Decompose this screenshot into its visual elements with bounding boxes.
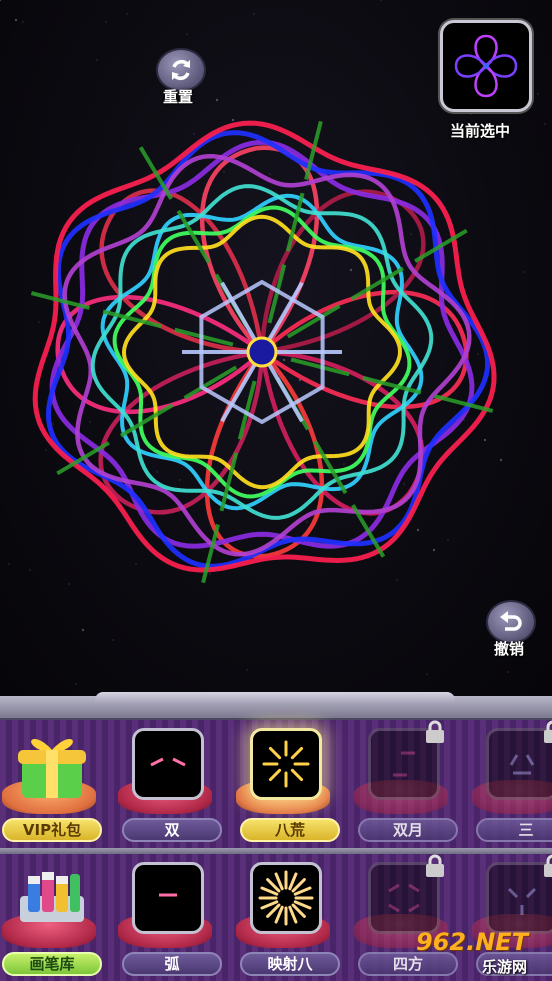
brush-preview	[132, 862, 204, 934]
refresh-icon	[172, 60, 190, 80]
site-watermark: 962.NET 乐游网	[410, 928, 552, 981]
brush-preview-selected	[250, 728, 322, 800]
brush-pattern-icon	[258, 870, 314, 926]
star	[447, 539, 449, 541]
star	[463, 419, 465, 421]
star	[193, 133, 195, 135]
star	[231, 118, 235, 122]
star	[209, 573, 211, 575]
brush-preview	[132, 728, 204, 800]
brush-label: 双月	[358, 818, 458, 842]
star	[373, 221, 375, 223]
star	[523, 271, 525, 273]
star	[416, 528, 420, 532]
brush-row-1: VIP礼包 双 八荒 双月 三	[0, 720, 552, 848]
current-brush-preview	[440, 20, 532, 112]
brush-pattern-icon	[262, 740, 310, 788]
undo-arrow-icon	[500, 611, 522, 631]
star	[14, 18, 18, 22]
brush-label: 八荒	[240, 818, 340, 842]
brush-label: 三	[476, 818, 552, 842]
brush-slot-bahuang[interactable]: 八荒	[236, 720, 340, 848]
star	[343, 463, 345, 465]
padlock-icon	[426, 720, 444, 743]
star	[179, 479, 181, 481]
current-selection-label: 当前选中	[450, 122, 511, 140]
star	[306, 521, 308, 523]
star	[290, 221, 292, 223]
star	[483, 438, 487, 442]
star	[29, 569, 31, 571]
vip-gift-label: VIP礼包	[2, 818, 102, 842]
star	[499, 458, 503, 462]
star	[470, 113, 472, 115]
star	[22, 21, 24, 23]
star	[96, 59, 98, 61]
star	[119, 403, 121, 405]
star	[282, 358, 286, 362]
star	[426, 673, 428, 675]
star	[246, 669, 248, 671]
star	[215, 98, 219, 102]
brush-label: 映射八	[240, 952, 340, 976]
star	[45, 449, 47, 451]
brush-library-label: 画笔库	[2, 952, 102, 976]
star	[8, 563, 10, 565]
star	[544, 123, 546, 125]
star	[269, 173, 271, 175]
watermark-brand: 962.NET	[416, 928, 529, 956]
star	[432, 548, 436, 552]
vip-gift-shop[interactable]: VIP礼包	[2, 720, 102, 848]
reset-label: 重置	[163, 88, 194, 106]
star	[380, 0, 382, 1]
brush-slot-hu[interactable]: 弧	[118, 854, 222, 981]
brush-slot-shuangyue[interactable]: 双月	[354, 720, 458, 848]
brush-pattern-icon	[150, 757, 186, 767]
brush-slot-shuang[interactable]: 双	[118, 720, 222, 848]
undo-label: 撤销	[494, 640, 525, 658]
brush-slot-san[interactable]: 三	[472, 720, 552, 848]
star	[349, 268, 353, 272]
star	[239, 471, 241, 473]
brush-slot-yingshe-ba[interactable]: 映射八	[236, 854, 340, 981]
star	[0, 0, 2, 2]
star	[156, 471, 158, 473]
paint-bottles-icon	[20, 872, 84, 922]
brush-pattern-icon	[159, 893, 177, 897]
star	[112, 639, 114, 641]
star	[537, 93, 539, 95]
gift-box-icon	[18, 739, 86, 798]
star	[276, 343, 278, 345]
watermark-sub: 乐游网	[482, 958, 528, 976]
star	[52, 423, 54, 425]
star	[75, 683, 77, 685]
star	[223, 171, 225, 173]
star	[135, 563, 137, 565]
star	[105, 21, 107, 23]
star	[410, 233, 412, 235]
star	[477, 353, 479, 355]
drawing-canvas[interactable]: 重置 当前选中 撤销	[0, 0, 552, 700]
panel-frame	[0, 692, 552, 720]
current-pattern-icon	[454, 34, 518, 98]
padlock-icon	[426, 854, 444, 877]
padlock-icon	[544, 720, 552, 743]
star	[507, 671, 509, 673]
star	[38, 321, 40, 323]
star	[403, 483, 405, 485]
brush-library-shop[interactable]: 画笔库	[2, 854, 102, 981]
star	[126, 13, 128, 15]
star	[68, 583, 70, 585]
brush-preview	[250, 862, 322, 934]
brush-label: 双	[122, 818, 222, 842]
brush-label: 弧	[122, 952, 222, 976]
mandala-center	[246, 336, 278, 368]
star	[396, 579, 398, 581]
padlock-icon	[544, 854, 552, 877]
star	[253, 13, 255, 15]
star	[89, 421, 91, 423]
star	[186, 33, 188, 35]
star	[81, 628, 85, 632]
